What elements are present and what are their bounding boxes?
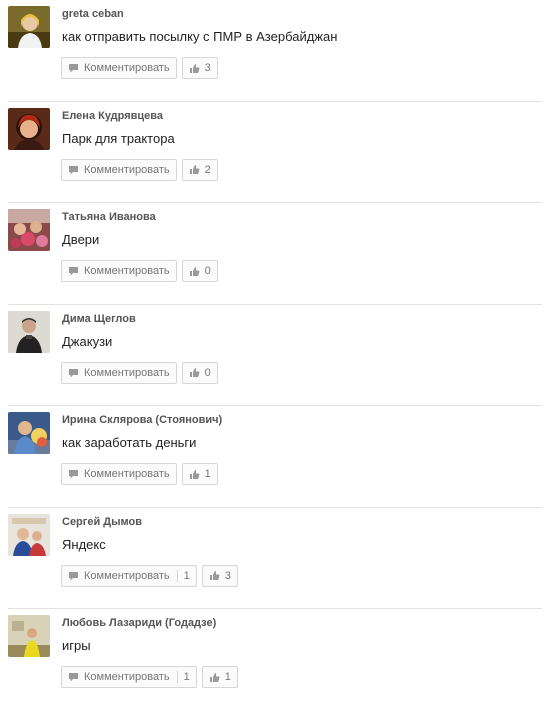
comment-button[interactable]: Комментировать [61,463,177,485]
comment-button[interactable]: Комментировать [61,158,177,181]
comment-button[interactable]: Комментировать 1 [61,666,197,688]
feed-item: Дима Щеглов Джакузи Комментировать 0 [0,305,550,406]
like-count: 3 [204,62,211,74]
feed-item: Сергей Дымов Яндекс Комментировать 1 3 [0,508,550,609]
comment-button[interactable]: Комментировать [61,260,177,282]
user-avatar[interactable] [8,6,50,48]
like-button[interactable]: 1 [201,666,238,688]
comment-button-label: Комментировать [84,163,170,176]
post-actions: Комментировать 0 [61,260,218,282]
thumbs-up-icon [189,164,200,175]
feed-item: greta ceban как отправить посылку с ПМР … [0,0,550,102]
post-actions: Комментировать 1 [61,463,218,485]
feed-item: Татьяна Иванова Двери Комментировать 0 [0,203,550,305]
like-count: 0 [204,366,211,379]
author-name[interactable]: Любовь Лазариди (Годадзе) [62,617,216,629]
author-name[interactable]: Дима Щеглов [62,313,136,325]
post-actions: Комментировать 1 1 [61,666,238,688]
comment-button-label: Комментировать [84,569,170,582]
speech-bubble-icon [68,63,79,73]
like-button[interactable]: 2 [181,158,218,181]
feed-item: Елена Кудрявцева Парк для трактора Комме… [0,102,550,203]
comment-count: 1 [176,569,190,582]
thumbs-up-icon [189,63,200,74]
speech-bubble-icon [68,165,79,175]
speech-bubble-icon [68,469,79,479]
like-button[interactable]: 3 [201,564,238,587]
comment-button-label: Комментировать [84,468,170,480]
thumbs-up-icon [209,570,220,581]
speech-bubble-icon [68,571,79,581]
question-text[interactable]: Яндекс [62,537,106,552]
thumbs-up-icon [189,469,200,480]
comment-count: 1 [176,671,190,683]
author-name[interactable]: Елена Кудрявцева [62,110,163,122]
user-avatar[interactable] [8,209,50,251]
post-actions: Комментировать 3 [61,57,218,79]
post-actions: Комментировать 0 [61,361,218,384]
feed-item: Ирина Склярова (Стоянович) как заработат… [0,406,550,508]
like-button[interactable]: 3 [181,57,218,79]
like-button[interactable]: 0 [181,361,218,384]
user-avatar[interactable] [8,513,50,556]
author-name[interactable]: Сергей Дымов [62,516,142,528]
question-text[interactable]: как заработать деньги [62,435,196,450]
user-avatar[interactable] [8,615,50,657]
like-count: 0 [204,265,211,277]
thumbs-up-icon [189,367,200,378]
user-avatar[interactable] [8,310,50,353]
comment-button-label: Комментировать [84,366,170,379]
speech-bubble-icon [68,266,79,276]
question-text[interactable]: Джакузи [62,334,112,349]
like-count: 3 [224,569,231,582]
like-count: 1 [204,468,211,480]
author-name[interactable]: Ирина Склярова (Стоянович) [62,414,222,426]
feed-item: Любовь Лазариди (Годадзе) игры Комментир… [0,609,550,711]
comment-button-label: Комментировать [84,671,170,683]
like-count: 2 [204,163,211,176]
comment-button[interactable]: Комментировать 1 [61,564,197,587]
user-avatar[interactable] [8,107,50,150]
question-text[interactable]: игры [62,638,91,653]
comment-button[interactable]: Комментировать [61,57,177,79]
post-actions: Комментировать 1 3 [61,564,238,587]
question-feed: greta ceban как отправить посылку с ПМР … [0,0,550,711]
post-actions: Комментировать 2 [61,158,218,181]
speech-bubble-icon [68,368,79,378]
like-button[interactable]: 0 [181,260,218,282]
question-text[interactable]: Двери [62,232,99,247]
thumbs-up-icon [189,266,200,277]
author-name[interactable]: greta ceban [62,8,124,20]
comment-button-label: Комментировать [84,265,170,277]
like-count: 1 [224,671,231,683]
author-name[interactable]: Татьяна Иванова [62,211,156,223]
comment-button[interactable]: Комментировать [61,361,177,384]
user-avatar[interactable] [8,412,50,454]
speech-bubble-icon [68,672,79,682]
comment-button-label: Комментировать [84,62,170,74]
question-text[interactable]: Парк для трактора [62,131,175,146]
question-text[interactable]: как отправить посылку с ПМР в Азербайджа… [62,29,337,44]
like-button[interactable]: 1 [181,463,218,485]
thumbs-up-icon [209,672,220,683]
